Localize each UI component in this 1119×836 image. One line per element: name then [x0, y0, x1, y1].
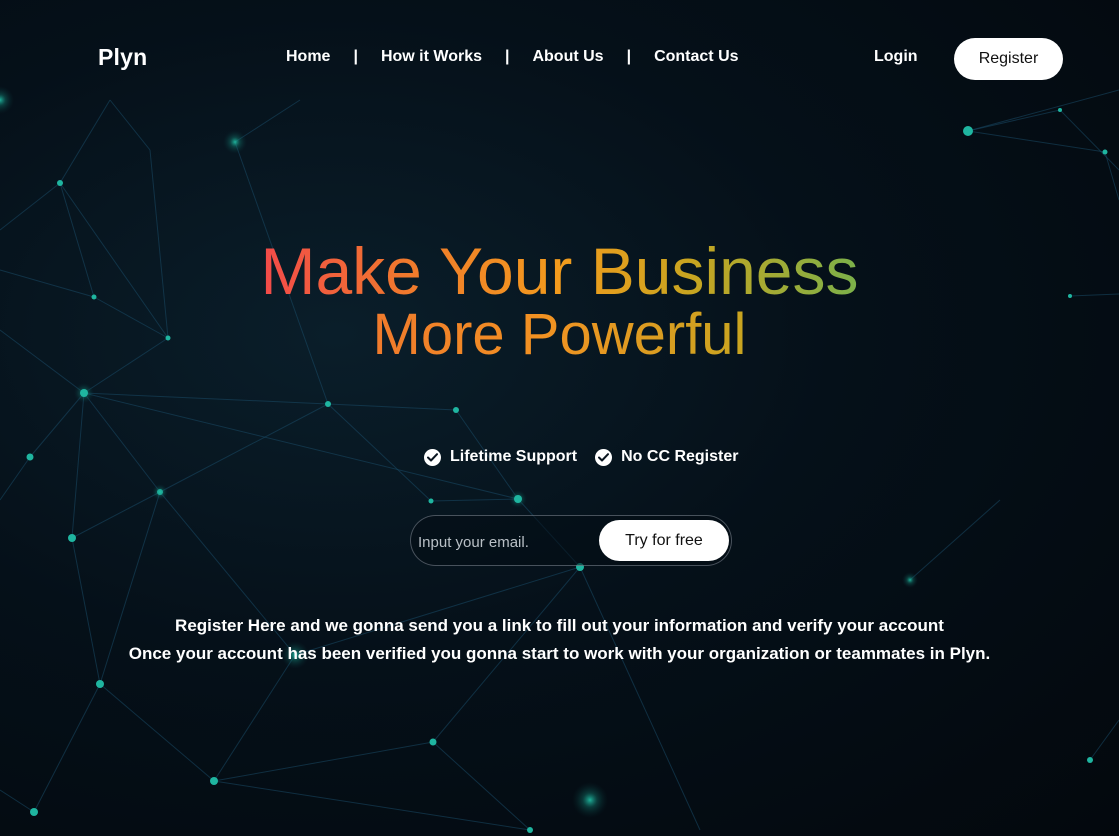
- nav-separator: |: [626, 48, 632, 65]
- nav-separator: |: [353, 48, 358, 65]
- feature-label: No CC Register: [621, 448, 739, 465]
- hero-headline: Make Your Business: [0, 232, 1119, 310]
- main-nav: Home | How it Works | About Us | Contact…: [286, 48, 739, 66]
- register-button[interactable]: Register: [954, 38, 1063, 80]
- feature-label: Lifetime Support: [450, 448, 578, 465]
- nav-link-about-us[interactable]: About Us: [532, 48, 603, 66]
- nav-separator: |: [504, 48, 510, 65]
- network-background: [0, 86, 1119, 833]
- try-for-free-button[interactable]: Try for free: [599, 520, 729, 561]
- hero-subheadline: More Powerful: [0, 300, 1119, 370]
- headline-line-2: More Powerful: [373, 300, 747, 370]
- email-signup-form: Try for free: [410, 515, 732, 566]
- feature-item-lifetime-support: Lifetime Support: [424, 448, 577, 466]
- nav-link-how-it-works[interactable]: How it Works: [381, 48, 482, 66]
- feature-list: Lifetime Support No CC Register: [424, 448, 756, 466]
- top-navbar: Plyn Home | How it Works | About Us | Co…: [0, 0, 1119, 116]
- nav-link-home[interactable]: Home: [286, 48, 330, 66]
- headline-line-1: Make Your Business: [260, 234, 859, 308]
- description-line-1: Register Here and we gonna send you a li…: [175, 616, 944, 635]
- email-input[interactable]: [416, 524, 595, 560]
- check-circle-icon: [424, 448, 441, 466]
- login-link[interactable]: Login: [874, 48, 918, 66]
- description-line-2: Once your account has been verified you …: [128, 644, 991, 663]
- hero-description: Register Here and we gonna send you a li…: [0, 612, 1119, 668]
- check-circle-icon: [595, 448, 613, 466]
- feature-item-no-cc-register: No CC Register: [595, 448, 738, 466]
- logo[interactable]: Plyn: [98, 44, 147, 71]
- landing-page: Plyn Home | How it Works | About Us | Co…: [0, 0, 1119, 836]
- nav-link-contact-us[interactable]: Contact Us: [654, 48, 738, 66]
